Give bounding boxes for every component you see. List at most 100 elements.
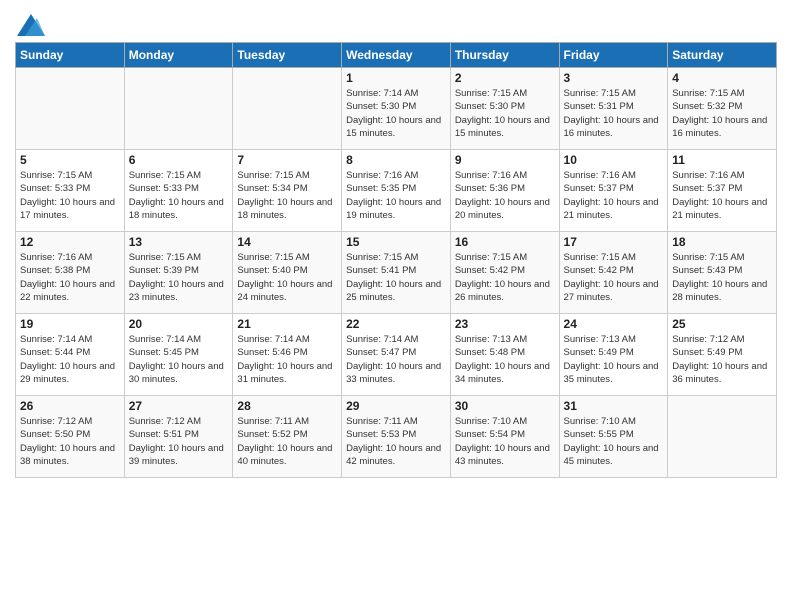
calendar-cell: 14 Sunrise: 7:15 AMSunset: 5:40 PMDaylig…: [233, 232, 342, 314]
day-info: Sunrise: 7:15 AMSunset: 5:42 PMDaylight:…: [455, 251, 555, 304]
logo: [15, 14, 45, 36]
day-info: Sunrise: 7:16 AMSunset: 5:37 PMDaylight:…: [564, 169, 664, 222]
weekday-header-tuesday: Tuesday: [233, 43, 342, 68]
calendar-cell: 8 Sunrise: 7:16 AMSunset: 5:35 PMDayligh…: [342, 150, 451, 232]
calendar-cell: [668, 396, 777, 478]
day-number: 20: [129, 317, 229, 331]
calendar-cell: 31 Sunrise: 7:10 AMSunset: 5:55 PMDaylig…: [559, 396, 668, 478]
day-number: 11: [672, 153, 772, 167]
day-info: Sunrise: 7:16 AMSunset: 5:38 PMDaylight:…: [20, 251, 120, 304]
calendar-cell: 19 Sunrise: 7:14 AMSunset: 5:44 PMDaylig…: [16, 314, 125, 396]
calendar-cell: 7 Sunrise: 7:15 AMSunset: 5:34 PMDayligh…: [233, 150, 342, 232]
day-number: 17: [564, 235, 664, 249]
header: [15, 10, 777, 36]
day-number: 18: [672, 235, 772, 249]
day-number: 27: [129, 399, 229, 413]
day-info: Sunrise: 7:10 AMSunset: 5:55 PMDaylight:…: [564, 415, 664, 468]
day-info: Sunrise: 7:12 AMSunset: 5:51 PMDaylight:…: [129, 415, 229, 468]
day-number: 5: [20, 153, 120, 167]
day-number: 8: [346, 153, 446, 167]
calendar-cell: 24 Sunrise: 7:13 AMSunset: 5:49 PMDaylig…: [559, 314, 668, 396]
calendar-cell: 28 Sunrise: 7:11 AMSunset: 5:52 PMDaylig…: [233, 396, 342, 478]
day-number: 12: [20, 235, 120, 249]
calendar-cell: 11 Sunrise: 7:16 AMSunset: 5:37 PMDaylig…: [668, 150, 777, 232]
day-info: Sunrise: 7:15 AMSunset: 5:41 PMDaylight:…: [346, 251, 446, 304]
calendar-cell: 13 Sunrise: 7:15 AMSunset: 5:39 PMDaylig…: [124, 232, 233, 314]
calendar-cell: 20 Sunrise: 7:14 AMSunset: 5:45 PMDaylig…: [124, 314, 233, 396]
day-number: 7: [237, 153, 337, 167]
day-info: Sunrise: 7:15 AMSunset: 5:33 PMDaylight:…: [129, 169, 229, 222]
day-info: Sunrise: 7:14 AMSunset: 5:45 PMDaylight:…: [129, 333, 229, 386]
day-number: 25: [672, 317, 772, 331]
calendar-cell: 3 Sunrise: 7:15 AMSunset: 5:31 PMDayligh…: [559, 68, 668, 150]
calendar-cell: 12 Sunrise: 7:16 AMSunset: 5:38 PMDaylig…: [16, 232, 125, 314]
calendar-cell: 29 Sunrise: 7:11 AMSunset: 5:53 PMDaylig…: [342, 396, 451, 478]
day-info: Sunrise: 7:15 AMSunset: 5:30 PMDaylight:…: [455, 87, 555, 140]
day-info: Sunrise: 7:15 AMSunset: 5:43 PMDaylight:…: [672, 251, 772, 304]
calendar-cell: 5 Sunrise: 7:15 AMSunset: 5:33 PMDayligh…: [16, 150, 125, 232]
calendar-cell: 16 Sunrise: 7:15 AMSunset: 5:42 PMDaylig…: [450, 232, 559, 314]
day-number: 2: [455, 71, 555, 85]
day-info: Sunrise: 7:16 AMSunset: 5:36 PMDaylight:…: [455, 169, 555, 222]
day-info: Sunrise: 7:12 AMSunset: 5:49 PMDaylight:…: [672, 333, 772, 386]
day-number: 3: [564, 71, 664, 85]
calendar-cell: [16, 68, 125, 150]
calendar-week-4: 19 Sunrise: 7:14 AMSunset: 5:44 PMDaylig…: [16, 314, 777, 396]
day-info: Sunrise: 7:15 AMSunset: 5:34 PMDaylight:…: [237, 169, 337, 222]
weekday-header-saturday: Saturday: [668, 43, 777, 68]
day-info: Sunrise: 7:12 AMSunset: 5:50 PMDaylight:…: [20, 415, 120, 468]
weekday-header-monday: Monday: [124, 43, 233, 68]
day-number: 14: [237, 235, 337, 249]
day-number: 28: [237, 399, 337, 413]
calendar-cell: 15 Sunrise: 7:15 AMSunset: 5:41 PMDaylig…: [342, 232, 451, 314]
day-info: Sunrise: 7:14 AMSunset: 5:44 PMDaylight:…: [20, 333, 120, 386]
day-number: 30: [455, 399, 555, 413]
calendar-week-2: 5 Sunrise: 7:15 AMSunset: 5:33 PMDayligh…: [16, 150, 777, 232]
calendar-table: SundayMondayTuesdayWednesdayThursdayFrid…: [15, 42, 777, 478]
day-info: Sunrise: 7:15 AMSunset: 5:31 PMDaylight:…: [564, 87, 664, 140]
day-number: 1: [346, 71, 446, 85]
day-info: Sunrise: 7:16 AMSunset: 5:37 PMDaylight:…: [672, 169, 772, 222]
day-info: Sunrise: 7:13 AMSunset: 5:49 PMDaylight:…: [564, 333, 664, 386]
calendar-cell: 30 Sunrise: 7:10 AMSunset: 5:54 PMDaylig…: [450, 396, 559, 478]
day-number: 22: [346, 317, 446, 331]
day-number: 15: [346, 235, 446, 249]
page-container: SundayMondayTuesdayWednesdayThursdayFrid…: [0, 0, 792, 488]
day-info: Sunrise: 7:13 AMSunset: 5:48 PMDaylight:…: [455, 333, 555, 386]
day-number: 24: [564, 317, 664, 331]
calendar-cell: [124, 68, 233, 150]
day-info: Sunrise: 7:10 AMSunset: 5:54 PMDaylight:…: [455, 415, 555, 468]
calendar-cell: 4 Sunrise: 7:15 AMSunset: 5:32 PMDayligh…: [668, 68, 777, 150]
day-info: Sunrise: 7:15 AMSunset: 5:39 PMDaylight:…: [129, 251, 229, 304]
calendar-cell: 23 Sunrise: 7:13 AMSunset: 5:48 PMDaylig…: [450, 314, 559, 396]
calendar-cell: 25 Sunrise: 7:12 AMSunset: 5:49 PMDaylig…: [668, 314, 777, 396]
calendar-cell: 26 Sunrise: 7:12 AMSunset: 5:50 PMDaylig…: [16, 396, 125, 478]
calendar-cell: 1 Sunrise: 7:14 AMSunset: 5:30 PMDayligh…: [342, 68, 451, 150]
calendar-week-1: 1 Sunrise: 7:14 AMSunset: 5:30 PMDayligh…: [16, 68, 777, 150]
weekday-header-friday: Friday: [559, 43, 668, 68]
weekday-header-row: SundayMondayTuesdayWednesdayThursdayFrid…: [16, 43, 777, 68]
day-info: Sunrise: 7:15 AMSunset: 5:40 PMDaylight:…: [237, 251, 337, 304]
weekday-header-sunday: Sunday: [16, 43, 125, 68]
calendar-cell: 2 Sunrise: 7:15 AMSunset: 5:30 PMDayligh…: [450, 68, 559, 150]
day-number: 4: [672, 71, 772, 85]
calendar-cell: 10 Sunrise: 7:16 AMSunset: 5:37 PMDaylig…: [559, 150, 668, 232]
logo-icon: [17, 14, 45, 36]
calendar-cell: 17 Sunrise: 7:15 AMSunset: 5:42 PMDaylig…: [559, 232, 668, 314]
calendar-cell: 9 Sunrise: 7:16 AMSunset: 5:36 PMDayligh…: [450, 150, 559, 232]
day-info: Sunrise: 7:16 AMSunset: 5:35 PMDaylight:…: [346, 169, 446, 222]
day-info: Sunrise: 7:14 AMSunset: 5:47 PMDaylight:…: [346, 333, 446, 386]
day-info: Sunrise: 7:15 AMSunset: 5:42 PMDaylight:…: [564, 251, 664, 304]
day-number: 13: [129, 235, 229, 249]
day-number: 19: [20, 317, 120, 331]
calendar-week-3: 12 Sunrise: 7:16 AMSunset: 5:38 PMDaylig…: [16, 232, 777, 314]
calendar-cell: 6 Sunrise: 7:15 AMSunset: 5:33 PMDayligh…: [124, 150, 233, 232]
calendar-cell: 18 Sunrise: 7:15 AMSunset: 5:43 PMDaylig…: [668, 232, 777, 314]
calendar-cell: [233, 68, 342, 150]
day-number: 16: [455, 235, 555, 249]
weekday-header-wednesday: Wednesday: [342, 43, 451, 68]
day-number: 6: [129, 153, 229, 167]
day-number: 31: [564, 399, 664, 413]
day-number: 10: [564, 153, 664, 167]
weekday-header-thursday: Thursday: [450, 43, 559, 68]
